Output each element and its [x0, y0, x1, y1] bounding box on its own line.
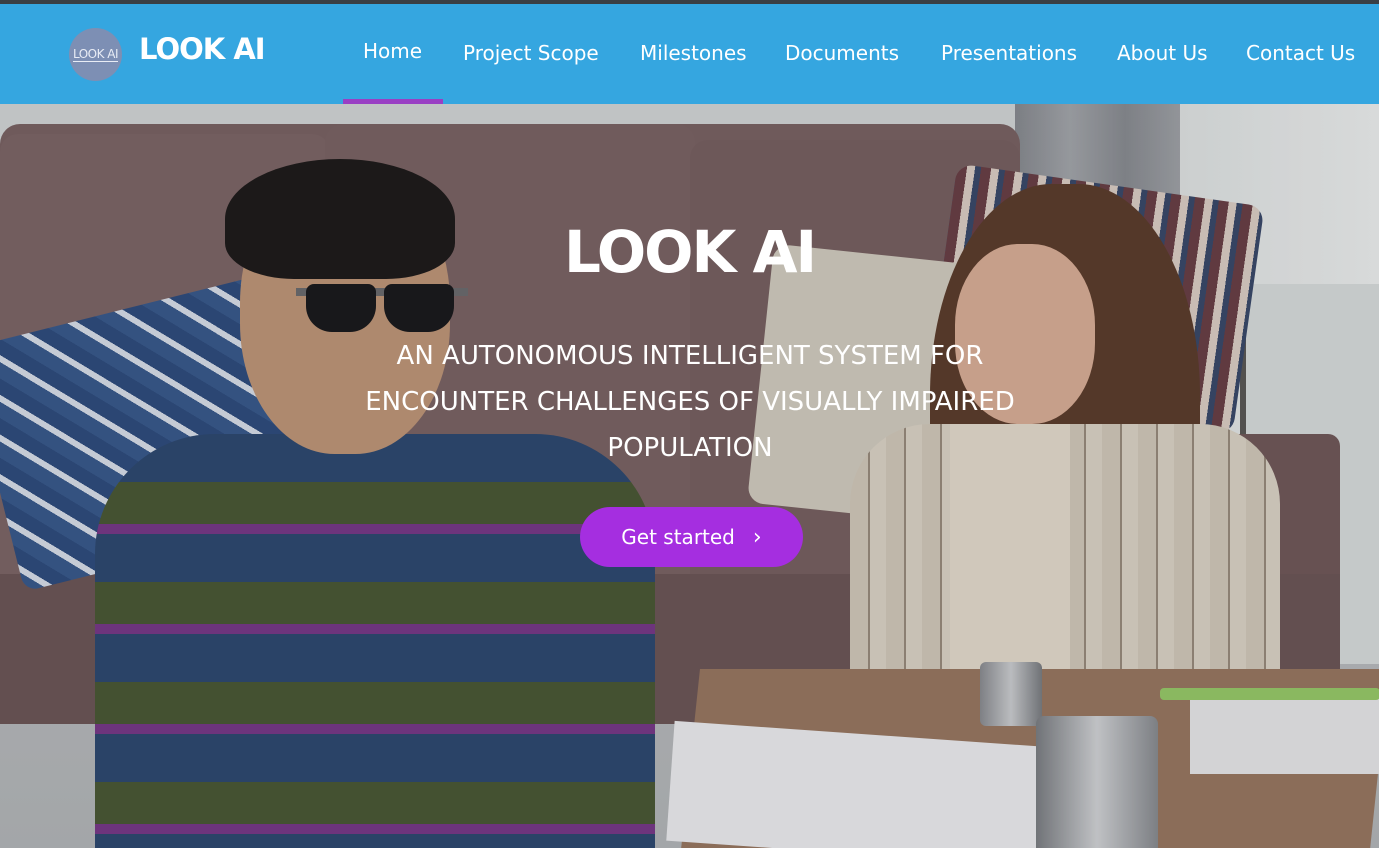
- site-header: LOOK AI LOOK AI Home Project Scope Miles…: [0, 4, 1379, 104]
- nav-item-presentations[interactable]: Presentations: [941, 41, 1077, 65]
- chevron-right-icon: ›: [752, 524, 762, 550]
- nav-item-home[interactable]: Home: [363, 39, 422, 63]
- hero-subtitle: AN AUTONOMOUS INTELLIGENT SYSTEM FOR ENC…: [365, 341, 1015, 463]
- main-nav: Home Project Scope Milestones Documents …: [0, 4, 1379, 104]
- get-started-label: Get started: [621, 525, 735, 549]
- active-nav-indicator: [343, 99, 443, 104]
- nav-item-about-us[interactable]: About Us: [1117, 41, 1208, 65]
- nav-item-documents[interactable]: Documents: [785, 41, 899, 65]
- get-started-button[interactable]: Get started ›: [580, 507, 803, 567]
- nav-item-milestones[interactable]: Milestones: [640, 41, 747, 65]
- nav-item-contact-us[interactable]: Contact Us: [1246, 41, 1355, 65]
- hero-title: LOOK AI: [563, 218, 817, 286]
- page: LOOK AI AN AUTONOMOUS INTELLIGENT SYSTEM…: [0, 0, 1379, 848]
- nav-item-project-scope[interactable]: Project Scope: [463, 41, 599, 65]
- hero-overlay: [0, 104, 1379, 848]
- hero-section: LOOK AI AN AUTONOMOUS INTELLIGENT SYSTEM…: [0, 104, 1379, 848]
